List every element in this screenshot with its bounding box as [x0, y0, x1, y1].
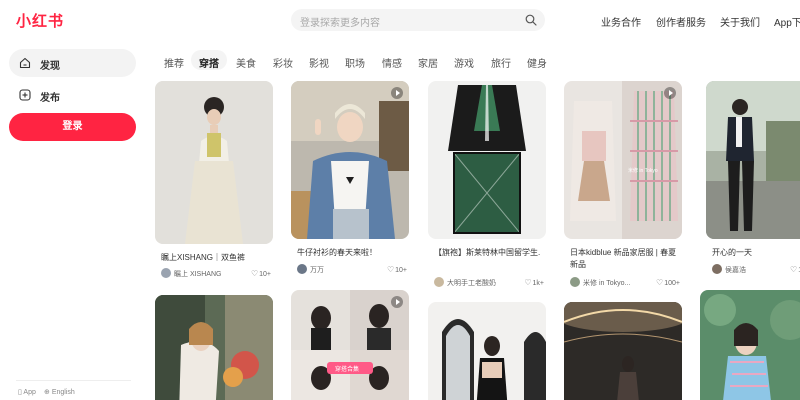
feed-card[interactable]: 瞩上XISHANG｜双鱼裤 瞩上 XISHANG ♡10+	[155, 81, 273, 281]
card-image[interactable]	[155, 81, 273, 244]
channel-tab[interactable]: 游戏	[454, 55, 474, 70]
channel-tab[interactable]: 美食	[236, 55, 256, 70]
card-author[interactable]: 大明手工老酸奶	[447, 278, 496, 288]
search-icon[interactable]	[525, 14, 537, 26]
phone-icon: ▯	[18, 389, 22, 396]
nav-creator[interactable]: 创作者服务	[656, 14, 706, 29]
card-title[interactable]: 牛仔衬衫的春天来啦！	[297, 247, 407, 259]
card-title[interactable]: 日本kidblue 新品家居服 | 春夏新品	[570, 247, 680, 271]
card-footer: 侯嘉浩 ♡10	[712, 263, 800, 275]
channel-tab[interactable]: 旅行	[491, 55, 511, 70]
nav-about[interactable]: 关于我们	[720, 14, 760, 29]
avatar[interactable]	[434, 277, 444, 287]
plus-square-icon	[19, 89, 31, 101]
avatar[interactable]	[161, 268, 171, 278]
avatar[interactable]	[297, 264, 307, 274]
avatar[interactable]	[712, 264, 722, 274]
search-box[interactable]: 登录探索更多内容	[291, 9, 545, 31]
play-icon	[664, 87, 676, 99]
card-author[interactable]: 侯嘉浩	[725, 265, 746, 275]
play-icon	[391, 87, 403, 99]
home-icon	[19, 57, 31, 69]
card-image[interactable]: 米修 in Tokyo	[564, 81, 682, 239]
card-title[interactable]: 【旗袍】斯莱特林中国留学生.	[434, 247, 544, 259]
sidebar-item-label: 发布	[40, 93, 60, 104]
card-image[interactable]	[291, 81, 409, 239]
channel-tab[interactable]: 彩妆	[273, 55, 293, 70]
like-button[interactable]: ♡100+	[656, 278, 680, 287]
card-author[interactable]: 米修 in Tokyo...	[583, 278, 630, 288]
logo[interactable]: 小红书	[16, 10, 64, 31]
card-image[interactable]	[155, 295, 273, 400]
photo-watermark: 米修 in Tokyo	[628, 168, 658, 174]
channel-tab[interactable]: 推荐	[164, 55, 184, 70]
card-title[interactable]: 开心的一天	[712, 247, 800, 259]
footer-language-link[interactable]: ⊕ English	[44, 388, 75, 396]
feed-card[interactable]	[700, 290, 800, 400]
footer-app-link[interactable]: ▯ App	[18, 388, 36, 396]
like-button[interactable]: ♡10+	[387, 265, 407, 274]
like-button[interactable]: ♡1k+	[524, 278, 544, 287]
channel-tab-active[interactable]: 穿搭	[199, 55, 219, 70]
channel-tab[interactable]: 职场	[345, 55, 365, 70]
channel-tab[interactable]: 家居	[418, 55, 438, 70]
like-button[interactable]: ♡10+	[251, 269, 271, 278]
feed-card[interactable]: 【旗袍】斯莱特林中国留学生. 大明手工老酸奶 ♡1k+	[428, 81, 546, 291]
card-footer: 万万 ♡10+	[297, 263, 409, 275]
feed-card[interactable]: 牛仔衬衫的春天来啦！ 万万 ♡10+	[291, 81, 409, 276]
sidebar-item-publish[interactable]: 发布	[9, 81, 136, 109]
nav-business[interactable]: 业务合作	[601, 14, 641, 29]
nav-app[interactable]: App下	[774, 14, 800, 29]
feed-card[interactable]	[155, 295, 273, 400]
like-button[interactable]: ♡10	[790, 265, 800, 274]
card-image[interactable]	[700, 290, 800, 400]
card-image[interactable]	[428, 81, 546, 239]
card-author[interactable]: 万万	[310, 265, 324, 275]
globe-icon: ⊕	[44, 389, 50, 396]
play-icon	[391, 296, 403, 308]
card-image[interactable]	[428, 302, 546, 400]
card-image[interactable]: 穿搭合集	[291, 290, 409, 400]
photo-sticker: 穿搭合集	[335, 367, 360, 373]
card-footer: 大明手工老酸奶 ♡1k+	[434, 276, 546, 288]
heart-icon: ♡	[524, 278, 532, 287]
feed-card[interactable]	[428, 302, 546, 400]
avatar[interactable]	[570, 277, 580, 287]
card-image[interactable]	[706, 81, 800, 239]
card-title[interactable]: 瞩上XISHANG｜双鱼裤	[161, 252, 271, 264]
heart-icon: ♡	[386, 265, 395, 274]
card-image[interactable]	[564, 302, 682, 400]
search-input[interactable]: 登录探索更多内容	[300, 14, 380, 29]
feed-card[interactable]	[564, 302, 682, 400]
channel-tab[interactable]: 情感	[382, 55, 402, 70]
sidebar-item-discover[interactable]: 发现	[9, 49, 136, 77]
heart-icon: ♡	[656, 278, 664, 287]
feed-card[interactable]: 米修 in Tokyo 日本kidblue 新品家居服 | 春夏新品 米修 in…	[564, 81, 682, 291]
sidebar-item-label: 发现	[40, 61, 60, 72]
feed-card[interactable]: 穿搭合集	[291, 290, 409, 400]
card-footer: 瞩上 XISHANG ♡10+	[161, 267, 273, 279]
card-footer: 米修 in Tokyo... ♡100+	[570, 276, 682, 288]
heart-icon: ♡	[250, 269, 259, 278]
login-button[interactable]: 登录	[9, 113, 136, 141]
channel-tab[interactable]: 健身	[527, 55, 547, 70]
feed-card[interactable]: 开心的一天 侯嘉浩 ♡10	[706, 81, 800, 281]
heart-icon: ♡	[790, 265, 798, 274]
channel-tab[interactable]: 影视	[309, 55, 329, 70]
sidebar-divider	[16, 380, 131, 381]
top-header: 小红书 登录探索更多内容 业务合作 创作者服务 关于我们 App下	[0, 0, 800, 40]
card-author[interactable]: 瞩上 XISHANG	[174, 269, 221, 279]
